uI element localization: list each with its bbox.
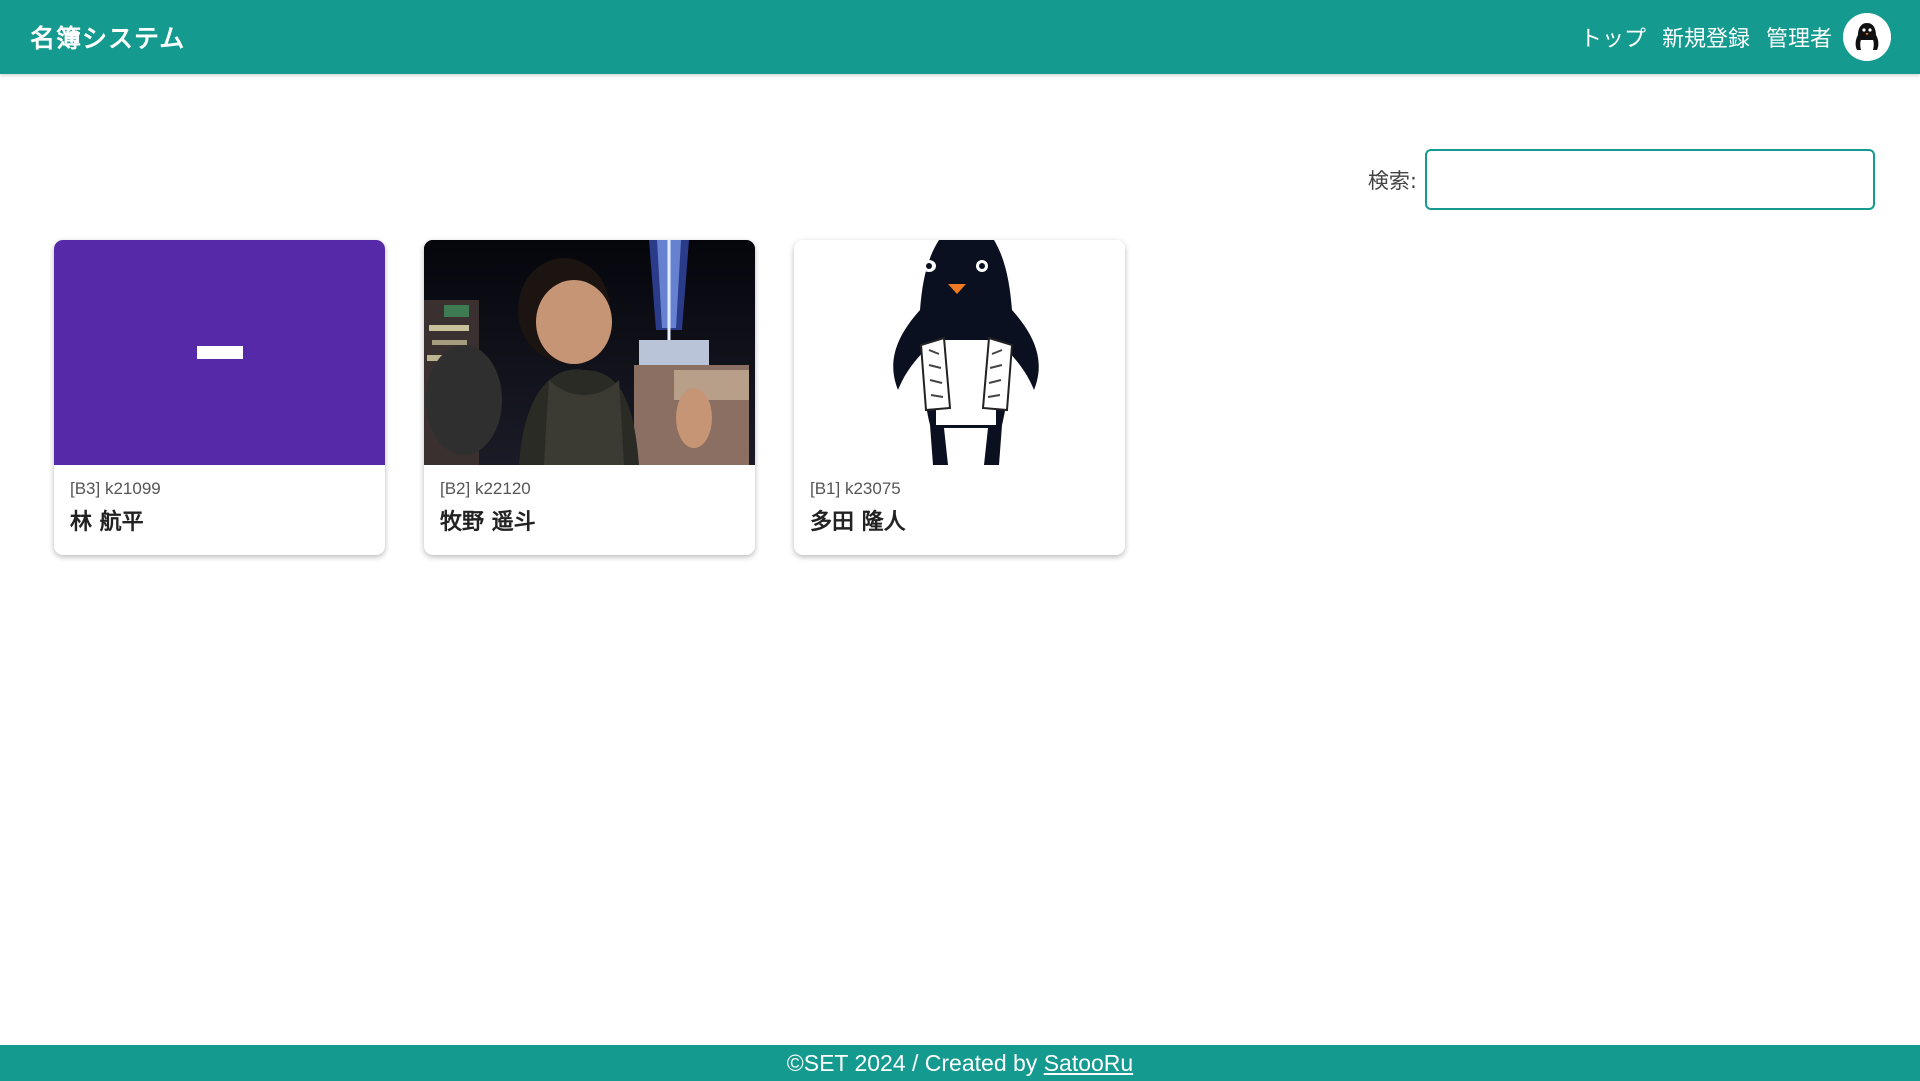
footer-text: ©SET 2024 / Created by: [786, 1050, 1044, 1076]
member-card-list: [B3] k21099 林 航平 [B2] k22120 牧野 遥斗 [B1] …: [54, 240, 1125, 555]
search-label: 検索:: [1367, 168, 1417, 193]
footer-bar: ©SET 2024 / Created by SatooRu: [0, 1045, 1920, 1081]
member-card[interactable]: [B1] k23075 多田 隆人: [794, 240, 1125, 555]
nav-link-register[interactable]: 新規登録: [1662, 21, 1750, 53]
member-card[interactable]: [B3] k21099 林 航平: [54, 240, 385, 555]
member-grade-id: [B3] k21099: [70, 479, 161, 498]
member-photo: [424, 240, 755, 465]
search-input[interactable]: [1425, 149, 1875, 210]
header-bar: 名簿システム トップ 新規登録 管理者: [0, 0, 1920, 74]
penguin-icon: [893, 240, 1039, 465]
nav-link-admin[interactable]: 管理者: [1766, 21, 1832, 53]
footer-author-link[interactable]: SatooRu: [1044, 1050, 1134, 1076]
penguin-avatar-icon: [1843, 13, 1891, 61]
member-grade-id: [B1] k23075: [810, 479, 901, 498]
member-grade-id: [B2] k22120: [440, 479, 531, 498]
placeholder-dash-icon: [197, 346, 243, 359]
member-card[interactable]: [B2] k22120 牧野 遥斗: [424, 240, 755, 555]
member-placeholder-image: [54, 240, 385, 465]
member-name: 牧野 遥斗: [440, 510, 536, 535]
member-name: 多田 隆人: [810, 510, 906, 535]
page: 名簿システム トップ 新規登録 管理者 検索: [B3] k21099 林 航平…: [0, 0, 1920, 1081]
footer-copyright: ©SET 2024 / Created by SatooRu: [787, 1045, 1133, 1081]
nav-link-top[interactable]: トップ: [1580, 21, 1646, 53]
user-avatar[interactable]: [1843, 13, 1891, 61]
member-penguin-image: [794, 240, 1125, 465]
app-title[interactable]: 名簿システム: [30, 19, 185, 55]
search-row: 検索:: [1368, 149, 1875, 210]
main-nav: トップ 新規登録 管理者: [1580, 21, 1832, 53]
member-name: 林 航平: [70, 510, 144, 535]
